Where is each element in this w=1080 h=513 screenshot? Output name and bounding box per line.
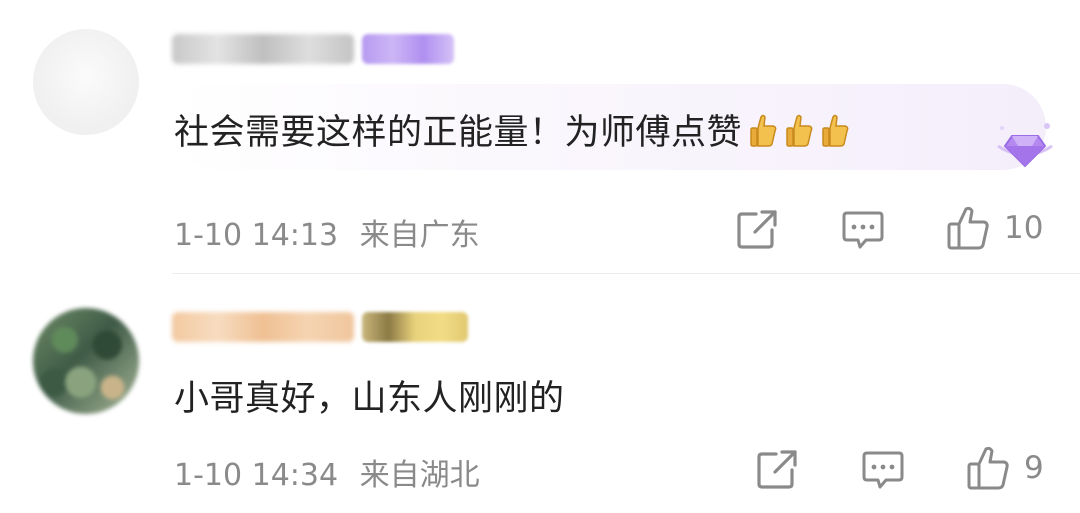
diamond-icon bbox=[997, 123, 1053, 168]
username-blurred[interactable] bbox=[172, 34, 354, 64]
timestamp: 1-10 14:13 bbox=[174, 218, 339, 253]
location: 来自湖北 bbox=[359, 458, 480, 493]
like-button[interactable]: 10 bbox=[946, 205, 1043, 251]
thumbs-up-icon bbox=[750, 114, 777, 147]
like-count: 9 bbox=[1024, 450, 1044, 486]
timestamp: 1-10 14:34 bbox=[174, 458, 339, 493]
share-button[interactable] bbox=[736, 208, 778, 250]
reply-button[interactable] bbox=[862, 450, 904, 490]
comment-meta: 1-10 14:13 来自广东 bbox=[174, 210, 480, 254]
like-button[interactable]: 9 bbox=[966, 445, 1044, 491]
comment-icon bbox=[842, 211, 884, 249]
username-blurred[interactable] bbox=[172, 312, 354, 342]
avatar[interactable] bbox=[33, 29, 139, 135]
thumbs-up-icon bbox=[786, 114, 813, 147]
reply-button[interactable] bbox=[842, 210, 884, 250]
thumbs-up-icon bbox=[822, 114, 849, 147]
comment-item: 小哥真好，山东人刚刚的 1-10 14:34 来自湖北 9 bbox=[0, 274, 1080, 513]
comment-body: 社会需要这样的正能量！为师傅点赞 bbox=[174, 104, 850, 155]
share-icon bbox=[737, 210, 777, 249]
comment-meta: 1-10 14:34 来自湖北 bbox=[174, 450, 480, 494]
like-icon bbox=[947, 206, 989, 250]
share-button[interactable] bbox=[756, 448, 798, 490]
comment-text: 社会需要这样的正能量！为师傅点赞 bbox=[174, 113, 743, 153]
comment-list: 社会需要这样的正能量！为师傅点赞 1-10 14:13 来自广东 10 小哥真好… bbox=[0, 0, 1080, 513]
comment-text: 小哥真好，山东人刚刚的 bbox=[174, 379, 565, 419]
comment-item: 社会需要这样的正能量！为师傅点赞 1-10 14:13 来自广东 10 bbox=[0, 0, 1080, 273]
user-badge bbox=[362, 34, 454, 64]
user-badge bbox=[362, 312, 468, 342]
share-icon bbox=[757, 450, 797, 489]
location: 来自广东 bbox=[359, 218, 480, 253]
comment-icon bbox=[862, 451, 904, 489]
like-icon bbox=[967, 446, 1009, 490]
avatar[interactable] bbox=[33, 308, 139, 414]
like-count: 10 bbox=[1004, 210, 1044, 246]
